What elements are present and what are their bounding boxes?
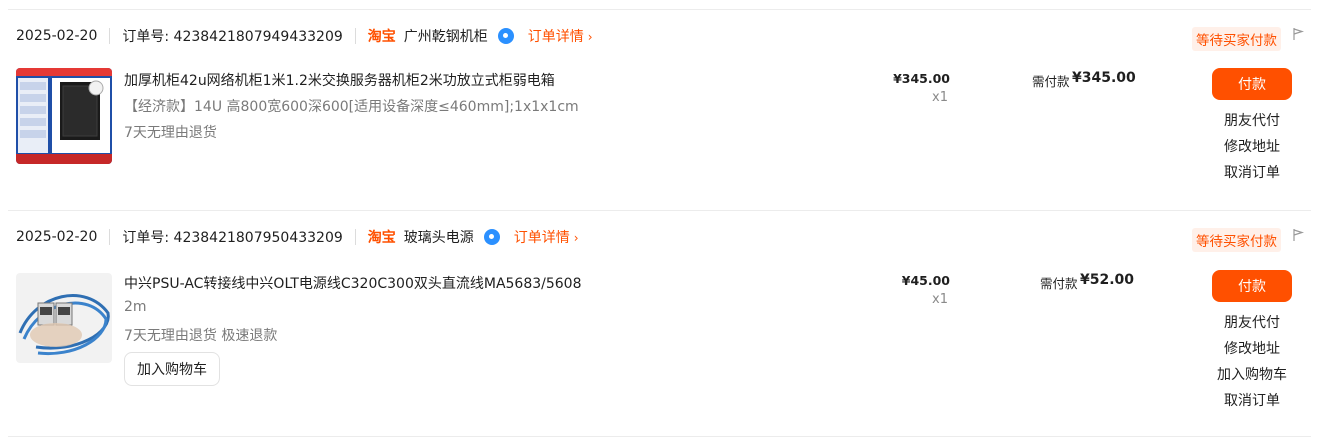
- order-detail-link[interactable]: 订单详情 ›: [514, 227, 579, 247]
- flag-icon[interactable]: [1291, 228, 1305, 242]
- wangwang-chat-icon[interactable]: [497, 28, 514, 44]
- status-badge: 等待买家付款: [1192, 228, 1281, 252]
- product-sku: 【经济款】14U 高800宽600深600[适用设备深度≤460mm];1x1x…: [124, 99, 579, 115]
- service-tags: 7天无理由退货 极速退款: [124, 328, 278, 344]
- order-date: 2025-02-20: [16, 229, 98, 245]
- quantity: x1: [932, 90, 948, 105]
- wangwang-chat-icon[interactable]: [483, 229, 500, 245]
- order-detail-label: 订单详情: [513, 230, 570, 246]
- pay-button[interactable]: 付款: [1212, 270, 1292, 302]
- product-title[interactable]: 加厚机柜42u网络机柜1米1.2米交换服务器机柜2米功放立式柜弱电箱: [124, 70, 555, 90]
- chevron-right-icon: ›: [587, 30, 593, 44]
- order-header: 2025-02-20 订单号: 4238421807949433209 淘宝 广…: [8, 10, 1311, 62]
- order-card: 2025-02-20 订单号: 4238421807950433209 淘宝 玻…: [8, 210, 1311, 437]
- divider: [354, 28, 356, 44]
- divider: [8, 436, 1311, 437]
- order-card: 2025-02-20 订单号: 4238421807949433209 淘宝 广…: [8, 9, 1311, 210]
- product-title[interactable]: 中兴PSU-AC转接线中兴OLT电源线C320C300双头直流线MA5683/5…: [124, 273, 582, 293]
- pay-button[interactable]: 付款: [1212, 68, 1292, 100]
- order-detail-link[interactable]: 订单详情 ›: [528, 26, 593, 46]
- chevron-right-icon: ›: [573, 231, 579, 245]
- cancel-order-link[interactable]: 取消订单: [1192, 162, 1312, 182]
- platform-label: 淘宝: [367, 29, 396, 45]
- shop-name[interactable]: 玻璃头电源: [404, 227, 474, 247]
- product-sku: 2m: [124, 299, 147, 315]
- service-tags: 7天无理由退货: [124, 125, 217, 141]
- order-number: 订单号: 4238421807950433209: [122, 230, 343, 246]
- cancel-order-link[interactable]: 取消订单: [1192, 390, 1312, 410]
- add-to-cart-link[interactable]: 加入购物车: [1192, 364, 1312, 384]
- order-detail-label: 订单详情: [527, 29, 584, 45]
- pay-label: 需付款: [1032, 74, 1070, 89]
- order-number: 订单号: 4238421807949433209: [122, 29, 343, 45]
- product-image[interactable]: [16, 273, 112, 363]
- divider: [109, 28, 111, 44]
- friend-pay-link[interactable]: 朋友代付: [1192, 312, 1312, 332]
- order-header: 2025-02-20 订单号: 4238421807950433209 淘宝 玻…: [8, 211, 1311, 263]
- pay-amount: ¥52.00: [1080, 272, 1135, 288]
- shop-name[interactable]: 广州乾钢机柜: [404, 26, 488, 46]
- modify-address-link[interactable]: 修改地址: [1192, 136, 1312, 156]
- order-date: 2025-02-20: [16, 28, 98, 44]
- product-image[interactable]: [16, 68, 112, 164]
- add-to-cart-button[interactable]: 加入购物车: [124, 352, 220, 386]
- unit-price: ¥45.00: [901, 273, 950, 288]
- cable-product-image: [16, 273, 112, 363]
- friend-pay-link[interactable]: 朋友代付: [1192, 110, 1312, 130]
- modify-address-link[interactable]: 修改地址: [1192, 338, 1312, 358]
- divider: [109, 229, 111, 245]
- cabinet-product-image: [16, 68, 112, 164]
- pay-amount: ¥345.00: [1072, 70, 1136, 86]
- divider: [354, 229, 356, 245]
- status-badge: 等待买家付款: [1192, 27, 1281, 51]
- flag-icon[interactable]: [1291, 27, 1305, 41]
- platform-label: 淘宝: [367, 230, 396, 246]
- unit-price: ¥345.00: [893, 71, 950, 86]
- pay-label: 需付款: [1040, 276, 1078, 291]
- quantity: x1: [932, 292, 948, 307]
